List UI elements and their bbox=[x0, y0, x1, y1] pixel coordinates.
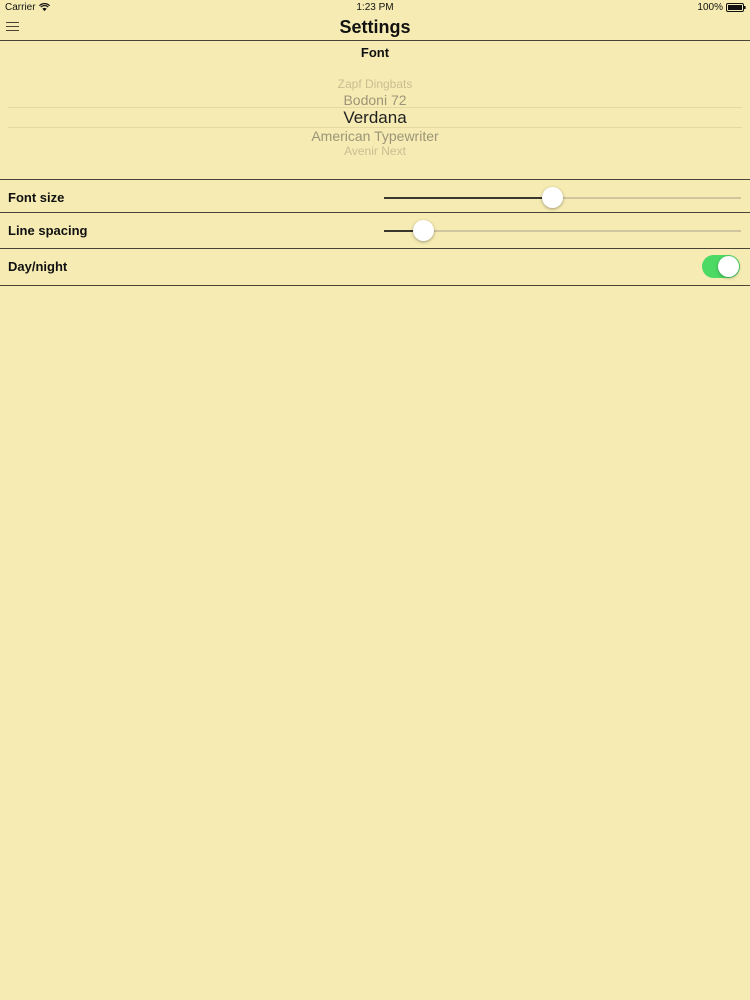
line-spacing-row: Line spacing bbox=[0, 212, 750, 249]
day-night-label: Day/night bbox=[8, 259, 68, 274]
font-picker[interactable]: Zapf Dingbats Bodoni 72 Verdana American… bbox=[0, 64, 750, 164]
line-spacing-slider[interactable] bbox=[384, 216, 741, 246]
font-option-selected[interactable]: Verdana bbox=[0, 108, 750, 128]
status-right: 100% bbox=[697, 2, 746, 13]
slider-thumb[interactable] bbox=[413, 220, 435, 241]
bottom-divider bbox=[0, 285, 750, 286]
day-night-row: Day/night bbox=[0, 248, 750, 285]
toggle-knob bbox=[718, 256, 739, 277]
status-bar: Carrier 1:23 PM 100% bbox=[0, 0, 750, 16]
slider-track bbox=[384, 230, 741, 232]
battery-percent: 100% bbox=[697, 2, 723, 13]
font-option[interactable]: American Typewriter bbox=[0, 128, 750, 144]
slider-fill bbox=[384, 197, 552, 199]
font-option[interactable]: Avenir Next bbox=[0, 144, 750, 158]
battery-icon bbox=[726, 3, 746, 12]
font-option[interactable]: Bodoni 72 bbox=[0, 92, 750, 108]
navigation-bar: Settings bbox=[0, 16, 750, 41]
status-time: 1:23 PM bbox=[356, 2, 394, 13]
font-size-slider[interactable] bbox=[384, 183, 741, 213]
page-title: Settings bbox=[339, 17, 411, 37]
font-section-title: Font bbox=[360, 45, 390, 60]
slider-thumb[interactable] bbox=[541, 187, 563, 208]
font-size-label: Font size bbox=[8, 190, 65, 205]
font-option[interactable]: Zapf Dingbats bbox=[0, 77, 750, 91]
day-night-toggle[interactable] bbox=[702, 255, 740, 278]
line-spacing-label: Line spacing bbox=[8, 223, 88, 238]
font-size-row: Font size bbox=[0, 179, 750, 216]
